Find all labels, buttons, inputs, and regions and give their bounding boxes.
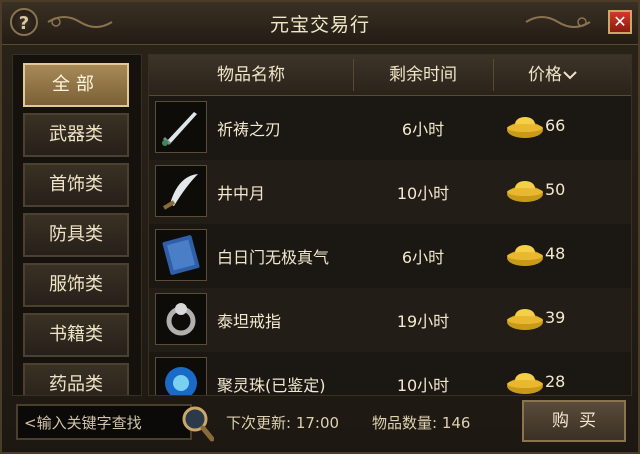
- category-armor-button[interactable]: 防具类: [23, 213, 129, 257]
- chevron-down-icon: [563, 71, 577, 80]
- next-update-text: 下次更新: 17:00: [226, 414, 340, 432]
- search-box: [16, 404, 192, 440]
- table-row[interactable]: 白日门无极真气 6小时 48: [149, 224, 631, 288]
- buy-button[interactable]: 购买: [522, 400, 626, 442]
- gold-ingot-icon: [507, 181, 543, 202]
- search-icon[interactable]: [180, 404, 214, 442]
- table-row[interactable]: 祈祷之刃 6小时 66: [149, 96, 631, 160]
- item-table: 物品名称 剩余时间 价格 祈祷之刃 6小时 66 井中月 10小时 50 白日门…: [148, 54, 632, 396]
- item-time: 6小时: [401, 248, 445, 267]
- item-name: 白日门无极真气: [217, 248, 330, 267]
- item-time: 19小时: [396, 312, 450, 331]
- item-price: 66: [545, 116, 566, 135]
- item-price: 48: [545, 244, 566, 263]
- item-time: 10小时: [396, 376, 450, 395]
- gold-ingot-icon: [507, 373, 543, 394]
- table-row[interactable]: 井中月 10小时 50: [149, 160, 631, 224]
- item-price: 28: [545, 372, 566, 391]
- header-remaining-time[interactable]: 剩余时间: [353, 55, 493, 95]
- close-button[interactable]: ✕: [608, 10, 632, 34]
- header-price-label: 价格: [528, 65, 562, 85]
- item-price: 50: [545, 180, 566, 199]
- table-row[interactable]: 聚灵珠(已鉴定) 10小时 28: [149, 352, 631, 395]
- title-bar: ? 元宝交易行 ✕: [2, 2, 638, 45]
- header-item-name[interactable]: 物品名称: [149, 55, 353, 95]
- category-potions-button[interactable]: 药品类: [23, 363, 129, 395]
- category-clothing-button[interactable]: 服饰类: [23, 263, 129, 307]
- table-row[interactable]: 泰坦戒指 19小时 39: [149, 288, 631, 352]
- item-count-text: 物品数量: 146: [372, 414, 471, 432]
- ring-icon: [155, 293, 207, 345]
- category-jewelry-button[interactable]: 首饰类: [23, 163, 129, 207]
- orb-icon: [155, 357, 207, 395]
- gold-ingot-icon: [507, 309, 543, 330]
- category-all-button[interactable]: 全部: [23, 63, 129, 107]
- item-time: 10小时: [396, 184, 450, 203]
- header-price-sort[interactable]: 价格: [493, 55, 613, 95]
- item-name: 井中月: [217, 184, 266, 203]
- item-time: 6小时: [401, 120, 445, 139]
- item-name: 聚灵珠(已鉴定): [217, 376, 326, 395]
- item-name: 泰坦戒指: [217, 312, 282, 331]
- gold-ingot-icon: [507, 117, 543, 138]
- search-input[interactable]: [24, 412, 174, 434]
- scimitar-icon: [155, 165, 207, 217]
- category-books-button[interactable]: 书籍类: [23, 313, 129, 357]
- table-header: 物品名称 剩余时间 价格: [149, 55, 631, 96]
- item-price: 39: [545, 308, 566, 327]
- sword-icon: [155, 101, 207, 153]
- ornament-right-icon: [525, 16, 591, 28]
- category-weapons-button[interactable]: 武器类: [23, 113, 129, 157]
- gold-ingot-icon: [507, 245, 543, 266]
- book-icon: [155, 229, 207, 281]
- trade-window: ? 元宝交易行 ✕ 全部 武器类 首饰类 防具类 服饰类 书籍类 药品类 物品名…: [0, 0, 640, 454]
- item-name: 祈祷之刃: [217, 120, 282, 139]
- category-sidebar: 全部 武器类 首饰类 防具类 服饰类 书籍类 药品类: [12, 54, 142, 396]
